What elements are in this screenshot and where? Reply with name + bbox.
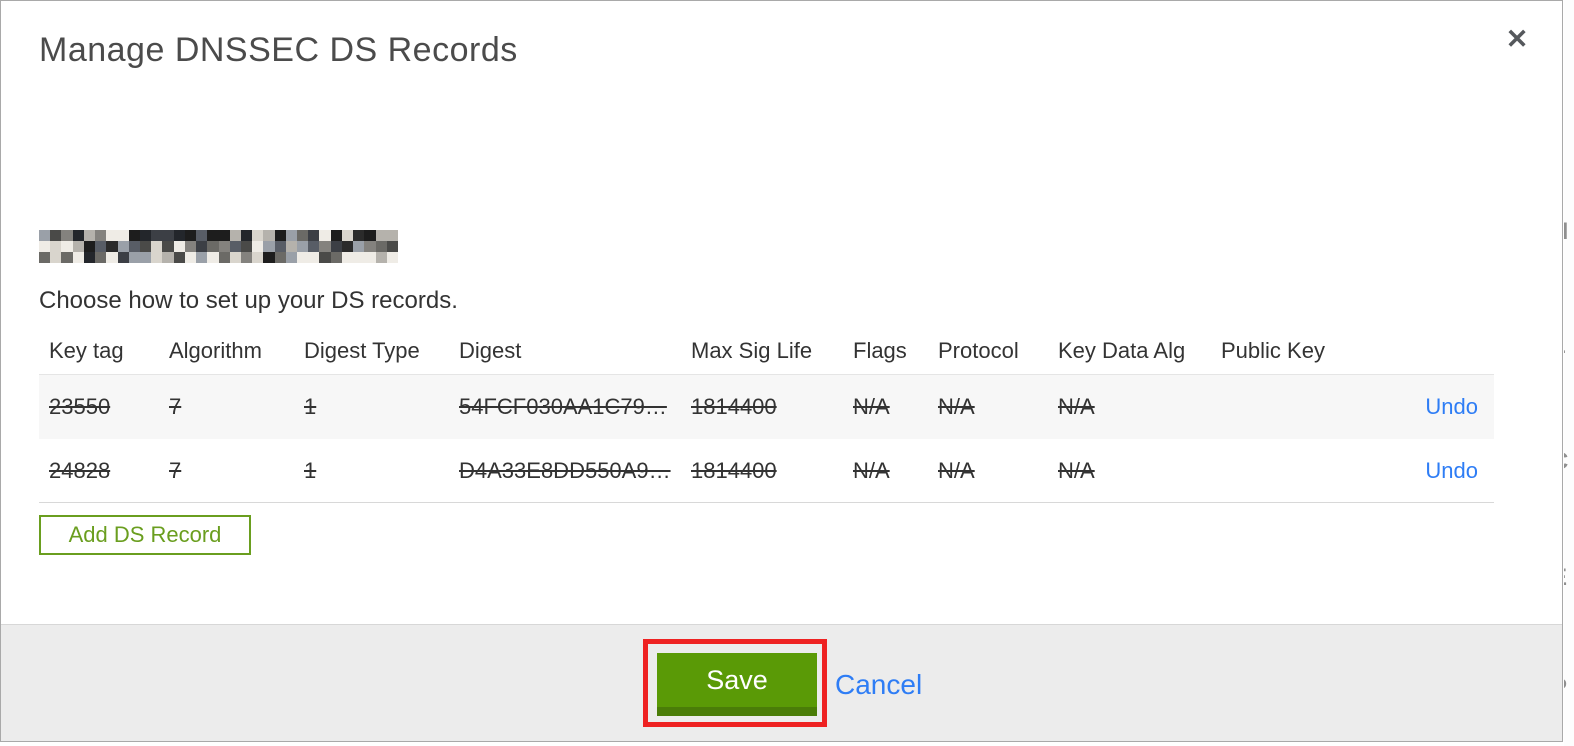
table-cell: 1814400 [691,394,777,419]
table-row: 24828 7 1 D4A33E8DD550A9… 1814400 N/A N/A N/A Un… [39,439,1494,503]
background-text-fragment: o [1564,498,1574,521]
column-header-public-key: Public Key [1221,337,1325,363]
table-cell: D4A33E8DD550A9… [459,457,671,483]
table-cell: 7 [169,394,182,419]
background-text-fragment: s [1564,96,1574,124]
table-cell: N/A [1058,394,1095,419]
column-header-max-sig-life: Max Sig Life [691,337,813,363]
column-header-key-data-alg: Key Data Alg [1058,337,1186,363]
screen: soNoLoCoEoP Manage DNSSEC DS Records ✕ C… [0,0,1574,746]
table-cell: N/A [853,394,890,419]
undo-link[interactable]: Undo [1425,458,1478,483]
table-cell: N/A [853,457,890,483]
table-cell: 7 [169,457,182,483]
page-title: Manage DNSSEC DS Records [39,31,518,69]
background-page-sliver: soNoLoCoEoP [1564,0,1574,746]
background-text-fragment: P [1564,674,1574,702]
table-cell: 23550 [49,394,111,419]
column-header-digest-type: Digest Type [304,337,420,363]
background-text-fragment: o [1564,148,1574,171]
background-text-fragment: o [1564,384,1574,407]
background-text-fragment: o [1564,268,1574,291]
table-cell: 1814400 [691,457,777,483]
background-text-fragment: o [1564,614,1574,637]
background-text-fragment: L [1564,332,1574,360]
undo-link[interactable]: Undo [1425,394,1478,419]
table-cell: 24828 [49,457,111,483]
redacted-domain-name [39,230,398,263]
table-cell: N/A [938,457,975,483]
column-header-flags: Flags [853,337,907,363]
table-header-row: Key tag Algorithm Digest Type Digest Max Sig… [39,327,1494,375]
add-ds-record-button[interactable]: Add DS Record [39,515,251,555]
modal-footer: Save Cancel [1,624,1562,741]
column-header-protocol: Protocol [938,337,1019,363]
table-cell: 54FCF030AA1C79… [459,394,667,419]
table-cell: N/A [938,394,975,419]
ds-records-table: Key tag Algorithm Digest Type Digest Max Sig… [39,327,1494,503]
cancel-link[interactable]: Cancel [835,669,922,701]
table-body: 23550 7 1 54FCF030AA1C79… 1814400 N/A N/A N/A Un… [39,375,1494,503]
background-text-fragment: C [1564,448,1574,476]
table-cell: 1 [304,457,317,483]
background-text-fragment: E [1564,564,1574,592]
background-text-fragment: N [1564,218,1574,246]
close-icon[interactable]: ✕ [1499,21,1535,57]
table-cell: 1 [304,394,317,419]
column-header-key-tag: Key tag [49,337,124,363]
table-cell: N/A [1058,457,1095,483]
save-button[interactable]: Save [657,653,817,716]
dnssec-ds-records-modal: Manage DNSSEC DS Records ✕ Choose how to… [0,0,1563,742]
table-row: 23550 7 1 54FCF030AA1C79… 1814400 N/A N/A N/A Un… [39,375,1494,439]
column-header-digest: Digest [459,337,522,363]
column-header-algorithm: Algorithm [169,337,262,363]
instruction-text: Choose how to set up your DS records. [39,287,458,314]
